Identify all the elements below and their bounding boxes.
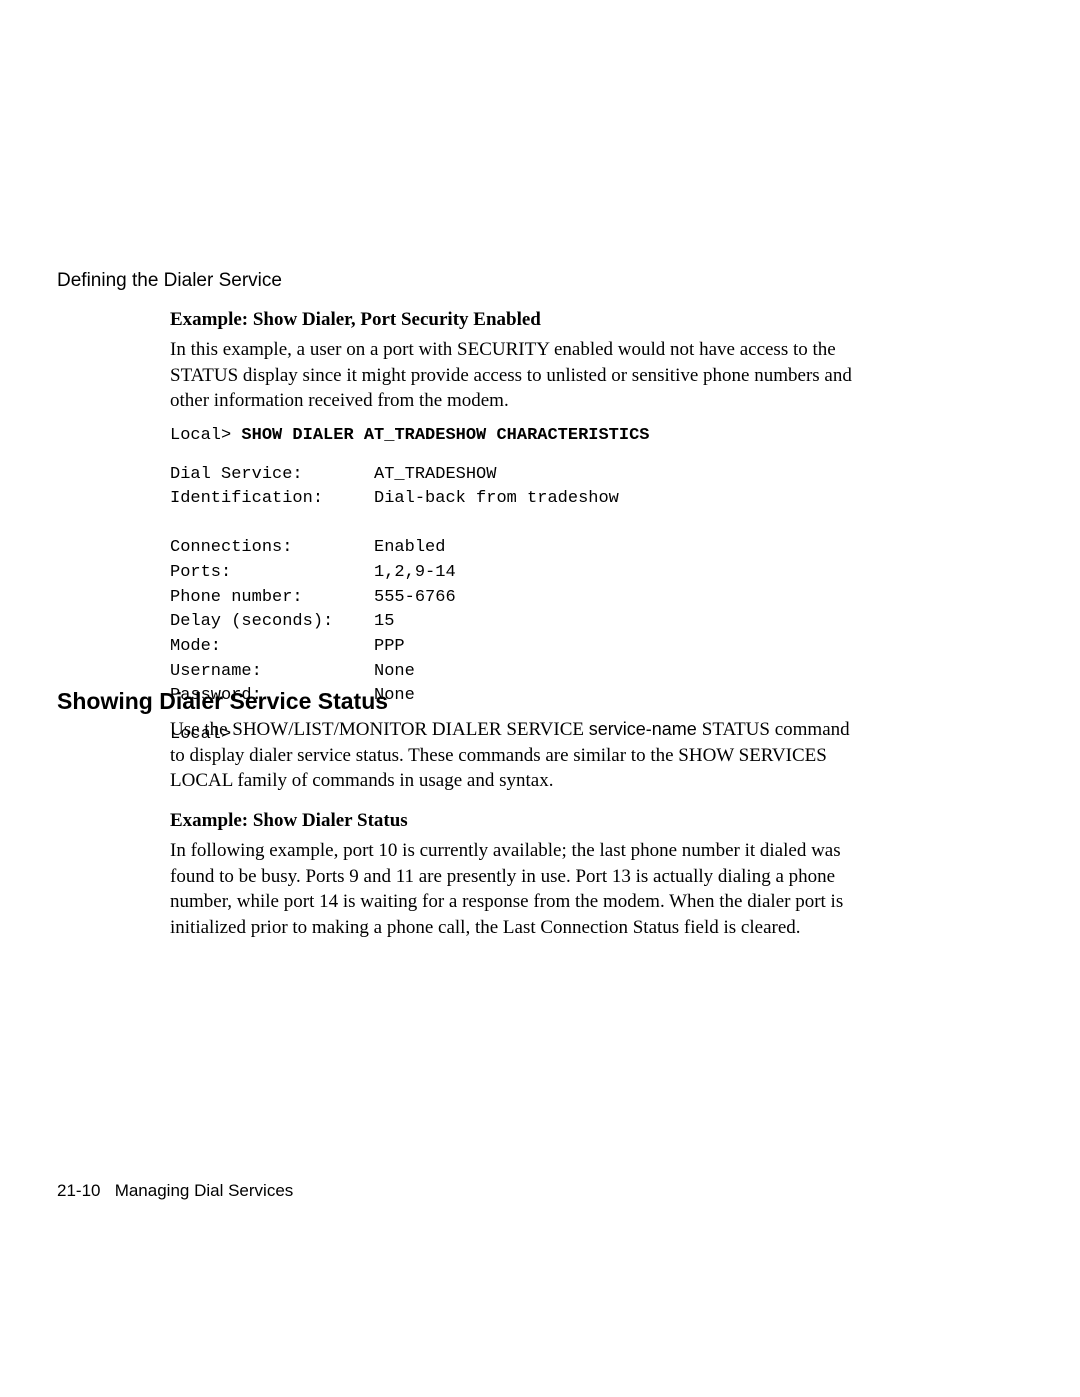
page-number: 21-10 [57,1181,100,1200]
example-heading-2: Example: Show Dialer Status [170,810,860,832]
body-part1: Use the SHOW/LIST/MONITOR DIALER SERVICE [170,719,589,740]
command-output: Dial Service: AT_TRADESHOW Identificatio… [170,463,860,709]
command-line: Local> SHOW DIALER AT_TRADESHOW CHARACTE… [170,424,860,449]
header-title: Defining the Dialer Service [57,270,282,291]
section-2-heading: Showing Dialer Service Status [57,688,388,715]
intro-paragraph: In this example, a user on a port with S… [170,337,860,414]
section-2-content: Use the SHOW/LIST/MONITOR DIALER SERVICE… [170,717,860,950]
command-text: SHOW DIALER AT_TRADESHOW CHARACTERISTICS [241,426,649,445]
page-footer: 21-10 Managing Dial Services [57,1181,293,1201]
example-body-2: In following example, port 10 is current… [170,838,860,941]
service-name-param: service-name [589,719,702,739]
status-description: Use the SHOW/LIST/MONITOR DIALER SERVICE… [170,717,860,794]
page-header: Defining the Dialer Service [57,270,282,292]
prompt: Local> [170,426,241,445]
example-heading-1: Example: Show Dialer, Port Security Enab… [170,309,860,331]
footer-section-title: Managing Dial Services [115,1181,294,1200]
